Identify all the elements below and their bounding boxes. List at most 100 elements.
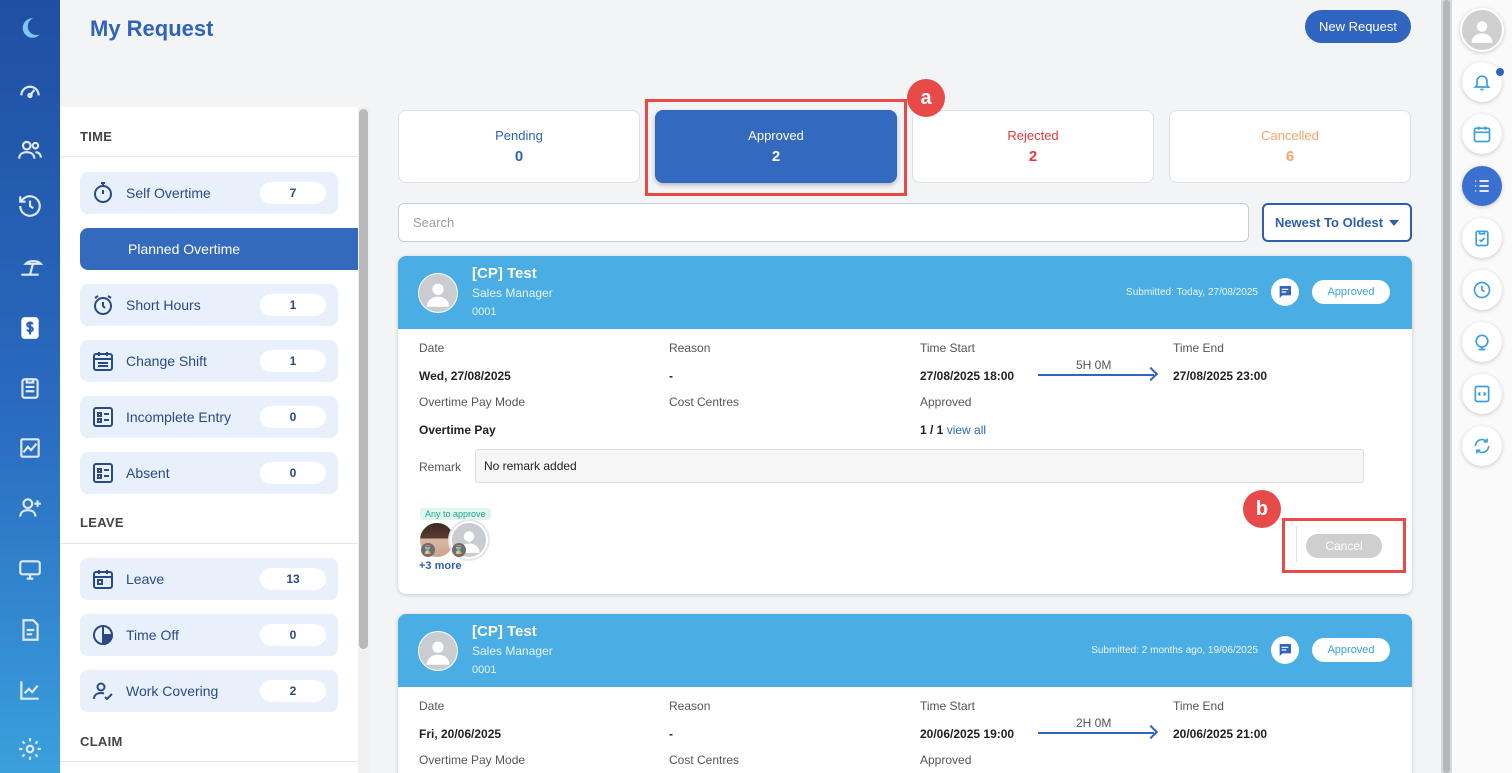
- reason-label: Reason: [669, 341, 711, 355]
- clock-icon[interactable]: [1462, 270, 1502, 310]
- status-badge: Approved: [1312, 638, 1390, 662]
- category-count: 13: [260, 568, 326, 590]
- tab-pending[interactable]: Pending 0: [398, 110, 640, 183]
- request-card-header: [CP] Test Sales Manager 0001 Submitted: …: [398, 256, 1412, 329]
- duration-value: 2H 0M: [1076, 716, 1112, 730]
- arrow-right-icon: [1038, 732, 1154, 734]
- sort-dropdown[interactable]: Newest To Oldest: [1262, 203, 1412, 242]
- page-title: My Request: [90, 16, 214, 41]
- calendar-icon[interactable]: [1462, 114, 1502, 154]
- monitor-icon[interactable]: [14, 554, 46, 586]
- beach-leave-icon[interactable]: [14, 250, 46, 282]
- chat-icon[interactable]: [1271, 278, 1299, 306]
- category-absent[interactable]: Absent 0: [80, 452, 338, 494]
- clock-half-icon: [90, 622, 116, 648]
- category-short-hours[interactable]: Short Hours 1: [80, 284, 338, 326]
- clipboard-check-icon[interactable]: [1462, 218, 1502, 258]
- cost-centres-label: Cost Centres: [669, 753, 740, 767]
- category-label: Short Hours: [126, 297, 201, 313]
- tab-cancelled[interactable]: Cancelled 6: [1169, 110, 1411, 183]
- divider: [60, 156, 358, 157]
- remark-label: Remark: [419, 460, 462, 474]
- search-input[interactable]: [398, 203, 1249, 242]
- annotation-badge-b: b: [1243, 490, 1281, 528]
- scrollbar-thumb[interactable]: [359, 109, 368, 649]
- chat-icon[interactable]: [1271, 636, 1299, 664]
- pay-mode-value: Overtime Pay: [419, 423, 496, 437]
- sidebar-scrollbar[interactable]: [358, 107, 370, 773]
- view-all-link[interactable]: view all: [947, 423, 986, 437]
- category-self-overtime[interactable]: Self Overtime 7: [80, 172, 338, 214]
- category-count: 0: [260, 406, 326, 428]
- section-time-heading: TIME: [80, 129, 113, 144]
- avatar: [418, 631, 458, 671]
- main-nav-rail: [0, 0, 60, 773]
- category-label: Incomplete Entry: [126, 409, 232, 425]
- people-icon[interactable]: [14, 134, 46, 166]
- time-start-value: 27/08/2025 18:00: [920, 369, 1015, 383]
- annotation-badge-a: a: [907, 79, 945, 117]
- document-icon[interactable]: [14, 614, 46, 646]
- section-leave-heading: LEAVE: [80, 515, 124, 530]
- sort-label: Newest To Oldest: [1274, 215, 1384, 230]
- scrollbar-thumb[interactable]: [1443, 0, 1450, 773]
- cost-centres-label: Cost Centres: [669, 395, 740, 409]
- category-leave[interactable]: Leave 13: [80, 558, 338, 600]
- tab-label: Pending: [495, 128, 543, 143]
- notification-bell-icon[interactable]: [1462, 62, 1502, 102]
- approved-label: Approved: [920, 753, 972, 767]
- stopwatch-icon: [90, 180, 116, 206]
- category-change-shift[interactable]: Change Shift 1: [80, 340, 338, 382]
- remark-field: No remark added: [475, 449, 1364, 483]
- form-icon: [90, 460, 116, 486]
- tab-count: 2: [1028, 148, 1038, 165]
- category-planned-overtime[interactable]: Planned Overtime: [80, 228, 358, 270]
- moon-logo-icon[interactable]: [14, 12, 46, 44]
- profile-avatar-icon[interactable]: [1460, 8, 1504, 52]
- category-label: Time Off: [126, 627, 179, 643]
- category-work-covering[interactable]: Work Covering 2: [80, 670, 338, 712]
- category-incomplete-entry[interactable]: Incomplete Entry 0: [80, 396, 338, 438]
- page-scrollbar[interactable]: [1441, 0, 1452, 773]
- refresh-icon[interactable]: [1462, 426, 1502, 466]
- globe-icon[interactable]: [1462, 322, 1502, 362]
- request-card: [CP] Test Sales Manager 0001 Submitted: …: [398, 614, 1412, 773]
- tab-count: 0: [514, 148, 524, 165]
- employee-id: 0001: [472, 306, 497, 318]
- approved-label: Approved: [920, 395, 972, 409]
- category-label: Work Covering: [126, 683, 219, 699]
- caret-down-icon: [1389, 219, 1400, 226]
- user-check-icon: [90, 678, 116, 704]
- category-time-off[interactable]: Time Off 0: [80, 614, 338, 656]
- more-approvers-link[interactable]: +3 more: [419, 560, 462, 572]
- employee-id: 0001: [472, 664, 497, 676]
- time-end-label: Time End: [1173, 341, 1224, 355]
- request-list-icon[interactable]: [1462, 166, 1502, 206]
- calendar-list-icon: [90, 348, 116, 374]
- chart-icon[interactable]: [14, 432, 46, 464]
- approved-value: 1 / 1 view all: [920, 423, 986, 437]
- any-to-approve-tag: Any to approve: [420, 508, 491, 520]
- add-user-icon[interactable]: [14, 492, 46, 524]
- calendar-icon: [90, 566, 116, 592]
- category-label: Change Shift: [126, 353, 207, 369]
- employee-role: Sales Manager: [472, 644, 553, 658]
- claim-dollar-icon[interactable]: [14, 312, 46, 344]
- history-icon[interactable]: [14, 190, 46, 222]
- category-label: Leave: [126, 571, 165, 587]
- tab-rejected[interactable]: Rejected 2: [912, 110, 1154, 183]
- page-header: My Request New Request: [60, 0, 1440, 107]
- settings-gear-icon[interactable]: [14, 733, 46, 765]
- category-count: 0: [260, 624, 326, 646]
- approved-count: 1 / 1: [920, 423, 944, 437]
- line-chart-icon[interactable]: [14, 674, 46, 706]
- category-count: 7: [260, 182, 326, 204]
- avatar: [418, 273, 458, 313]
- code-window-icon[interactable]: [1462, 374, 1502, 414]
- employee-name: [CP] Test: [472, 265, 537, 282]
- submitted-date: Submitted: 2 months ago, 19/06/2025: [1091, 645, 1258, 656]
- dashboard-gauge-icon[interactable]: [14, 74, 46, 106]
- clipboard-icon[interactable]: [14, 372, 46, 404]
- hourglass-icon: ⌛: [421, 543, 435, 557]
- new-request-button[interactable]: New Request: [1305, 10, 1411, 43]
